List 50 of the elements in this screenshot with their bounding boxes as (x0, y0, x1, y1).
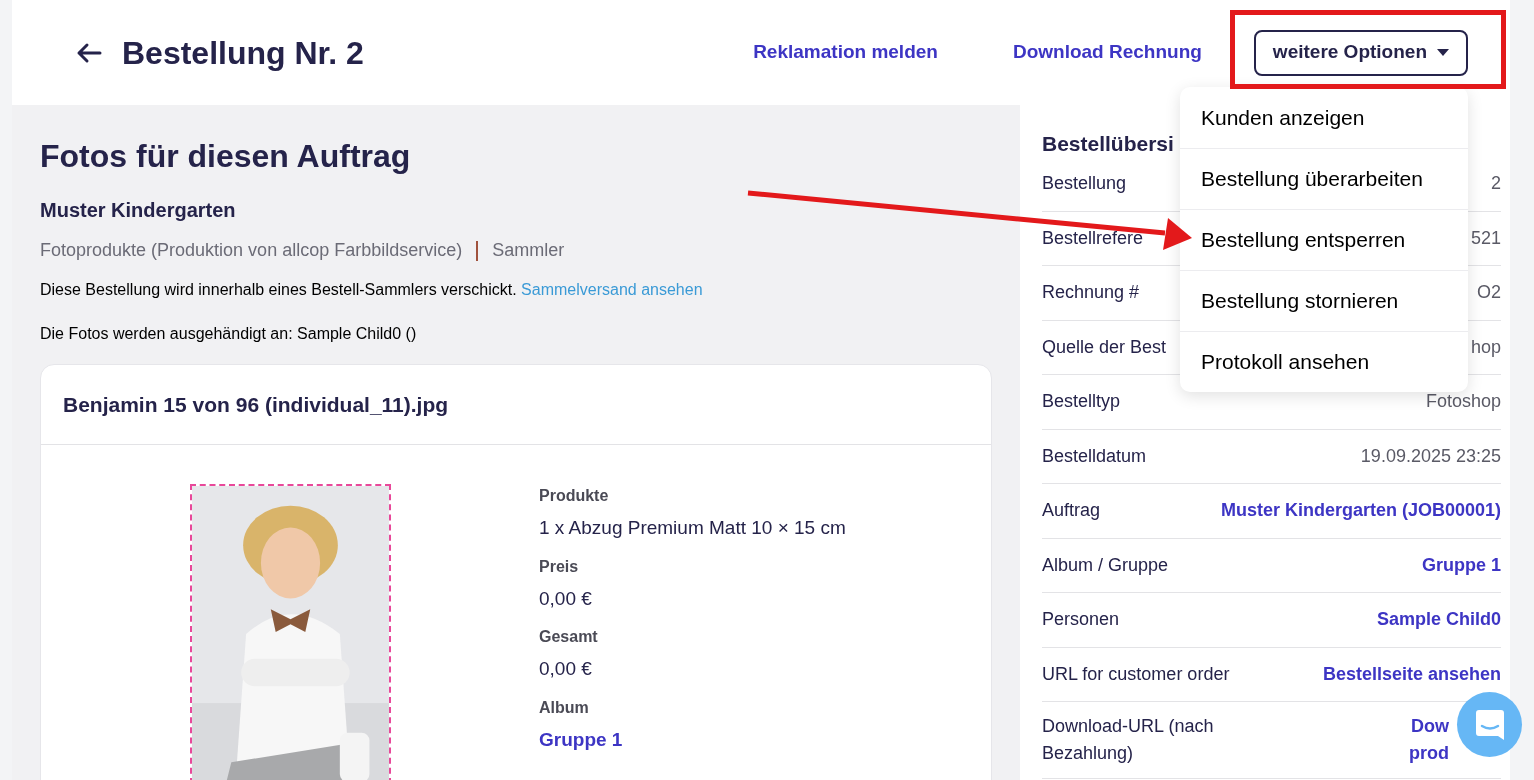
row-value: 521 (1470, 226, 1501, 250)
field-link[interactable]: Gruppe 1 (539, 725, 846, 754)
menu-item[interactable]: Bestellung überarbeiten (1180, 148, 1468, 209)
row-value: O2 (1477, 281, 1501, 305)
row-label: Bestelltyp (1042, 390, 1121, 414)
handover-note: Die Fotos werden ausgehändigt an: Sample Child0 () (40, 324, 418, 344)
row-label: Quelle der Best (1042, 335, 1167, 359)
field-value: 0,00 € (539, 586, 593, 611)
page-title: Bestellung Nr. 2 (122, 33, 364, 73)
row-link[interactable]: Gruppe 1 (1422, 551, 1501, 579)
header-link[interactable]: Download Rechnung (1012, 38, 1202, 67)
row-link[interactable]: Muster Kindergarten (JOB00001) (1220, 497, 1501, 525)
row-label: URL for customer order (1042, 662, 1230, 686)
collector-label: Sammler (492, 239, 565, 262)
row-link[interactable]: Sample Child0 (1376, 606, 1501, 634)
field-value: 1 x Abzug Premium Matt 10 × 15 cm (539, 516, 846, 540)
field-label: Preis (539, 556, 580, 577)
section-heading: Fotos für diesen Auftrag (40, 137, 412, 175)
back-arrow-icon[interactable] (76, 41, 102, 64)
collector-notice: Diese Bestellung wird innerhalb eines Bestell-Sammlers verschickt. Sammelversand ansehen (40, 280, 704, 300)
row-label: Download-URL (nach Bezahlung) (1042, 715, 1215, 765)
field-value: 0,00 € (539, 657, 593, 681)
photo-title: Benjamin 15 von 96 (individual_11).jpg (63, 391, 449, 418)
customer-name: Muster Kindergarten (40, 198, 237, 223)
chat-icon (1475, 709, 1504, 740)
header-link[interactable]: Reklamation melden (753, 38, 938, 67)
row-label: Bestellrefere (1042, 226, 1144, 250)
product-line: Fotoprodukte (Produktion von allcop Farbbildservice) (40, 239, 463, 262)
row-label: Personen (1042, 608, 1120, 632)
row-label: Bestelldatum (1042, 444, 1147, 468)
sidebar-title: Bestellübersi (1042, 131, 1175, 157)
row-link[interactable]: Dow (1411, 713, 1449, 740)
options-button[interactable]: weitere Optionen (1253, 29, 1468, 76)
menu-item[interactable]: Kunden anzeigen (1180, 87, 1468, 148)
menu-item[interactable]: Bestellung stornieren (1180, 270, 1468, 331)
field-label: Gesamt (539, 627, 599, 647)
menu-item[interactable]: Protokoll ansehen (1180, 331, 1468, 392)
row-link[interactable]: prod (1409, 740, 1449, 767)
row-value: 19.09.2025 23:25 (1360, 444, 1501, 468)
row-label: Auftrag (1042, 499, 1101, 523)
caret-icon (1437, 49, 1449, 56)
field-label: Album (539, 697, 590, 718)
row-value: 2 (1491, 172, 1501, 196)
row-value: hop (1470, 335, 1501, 359)
row-label: Bestellung (1042, 172, 1127, 196)
row-link[interactable]: Bestellseite ansehen (1322, 660, 1501, 688)
field-label: Produkte (539, 486, 610, 506)
row-label: Rechnung # (1042, 281, 1140, 305)
row-label: Album / Gruppe (1042, 553, 1169, 577)
row-value: Fotoshop (1425, 390, 1501, 414)
